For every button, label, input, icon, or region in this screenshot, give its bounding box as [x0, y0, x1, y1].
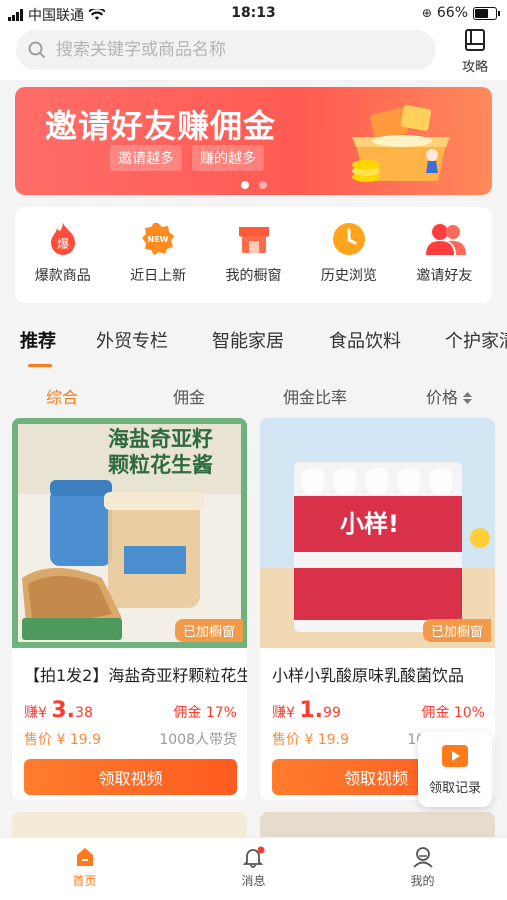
earn-amount: 赚¥ 1.99: [272, 698, 341, 723]
sort-bar: 综合 佣金 佣金比率 价格: [0, 378, 507, 414]
bottom-nav: 首页 消息 我的: [0, 837, 507, 900]
battery-icon: [473, 6, 500, 20]
sort-commission[interactable]: 佣金: [173, 384, 205, 408]
home-icon: [76, 848, 93, 866]
promo-banner[interactable]: 邀请好友赚佣金 邀请越多 赚的越多: [15, 87, 492, 195]
search-input[interactable]: [54, 39, 418, 61]
profile-icon: [412, 847, 433, 868]
tab-foreign-trade[interactable]: 外贸专栏: [96, 327, 168, 353]
video-play-icon: [442, 745, 468, 767]
sort-arrows-icon: [463, 392, 473, 404]
nav-label: 首页: [72, 874, 97, 888]
sort-commission-rate[interactable]: 佣金比率: [283, 384, 347, 408]
commission-rate: 佣金 17%: [173, 705, 237, 721]
tab-food-drinks[interactable]: 食品饮料: [329, 327, 401, 353]
shortcut-label: 历史浏览: [320, 268, 377, 284]
claim-video-button[interactable]: 领取视频: [24, 759, 237, 795]
banner-pagination: [15, 181, 492, 189]
showcase-added-tag: 已加橱窗: [422, 619, 491, 642]
search-box[interactable]: [16, 30, 436, 70]
shortcut-label: 邀请好友: [416, 268, 473, 284]
image-overlay-text: 海盐奇亚籽 颗粒花生酱: [108, 427, 213, 477]
sale-price: 售价 ¥ 19.9: [24, 732, 101, 748]
friends-icon: [426, 221, 467, 257]
shortcut-my-showcase[interactable]: 我的橱窗: [206, 207, 301, 303]
sale-price: 售价 ¥ 19.9: [272, 732, 349, 748]
promoter-count: 1008人带货: [159, 732, 237, 748]
battery-percent: 66%: [436, 5, 468, 21]
nav-label: 消息: [241, 874, 266, 888]
nav-profile[interactable]: 我的: [338, 838, 507, 900]
shortcut-invite-friends[interactable]: 邀请好友: [397, 207, 492, 303]
storefront-icon: [236, 221, 272, 257]
image-overlay-text: 小样!: [340, 510, 399, 538]
gift-box-illustration: [352, 105, 450, 182]
guide-label: 攻略: [461, 60, 488, 75]
earn-amount: 赚¥ 3.38: [24, 698, 93, 723]
status-bar: 中国联通 18:13 ⊕ 66%: [0, 0, 507, 28]
search-row: 攻略: [0, 28, 507, 80]
product-title: 【拍1发2】海盐奇亚籽颗粒花生酱: [24, 666, 247, 685]
claim-record-button[interactable]: 领取记录: [418, 731, 492, 807]
guide-button[interactable]: 攻略: [455, 28, 495, 75]
clock-icon: [331, 221, 367, 257]
search-icon: [28, 41, 46, 59]
banner-subtitle-1: 邀请越多: [110, 145, 182, 171]
nav-label: 我的: [410, 874, 435, 888]
sort-overall[interactable]: 综合: [46, 384, 78, 408]
showcase-added-tag: 已加橱窗: [174, 619, 243, 642]
product-image[interactable]: 小样! 已加橱窗: [260, 418, 495, 648]
hot-flame-icon: 爆: [45, 221, 81, 257]
shortcut-history[interactable]: 历史浏览: [301, 207, 396, 303]
banner-dot-active[interactable]: [240, 181, 249, 189]
shortcut-label: 近日上新: [130, 268, 187, 284]
shortcut-label: 我的橱窗: [225, 268, 282, 284]
product-card[interactable]: 海盐奇亚籽 颗粒花生酱 已加橱窗 【拍1发2】海盐奇亚籽颗粒花生酱 赚¥ 3.3…: [12, 418, 247, 800]
shortcut-grid: 爆 爆款商品 NEW 近日上新 我的橱窗 历史浏览 邀请好友: [15, 207, 492, 303]
book-icon: [465, 29, 485, 51]
sort-price-label: 价格: [426, 388, 459, 407]
claim-record-label: 领取记录: [428, 781, 481, 796]
nav-home[interactable]: 首页: [0, 838, 169, 900]
tab-active-indicator: [28, 364, 52, 367]
category-tabs: 推荐 外贸专栏 智能家居 食品饮料 个护家清: [0, 318, 507, 362]
banner-subtitle-2: 赚的越多: [192, 145, 264, 171]
new-badge-icon: NEW: [140, 221, 176, 257]
commission-rate: 佣金 10%: [421, 705, 485, 721]
sort-price[interactable]: 价格: [426, 384, 473, 408]
bell-icon: [242, 846, 264, 868]
shortcut-new-arrivals[interactable]: NEW 近日上新: [110, 207, 205, 303]
nav-messages[interactable]: 消息: [169, 838, 338, 900]
new-badge-text: NEW: [148, 235, 169, 244]
product-image[interactable]: 海盐奇亚籽 颗粒花生酱 已加橱窗: [12, 418, 247, 648]
shortcut-label: 爆款商品: [34, 268, 91, 284]
banner-title: 邀请好友赚佣金: [45, 107, 277, 145]
tab-smart-home[interactable]: 智能家居: [212, 327, 284, 353]
banner-dot[interactable]: [258, 181, 267, 189]
shortcut-hot-products[interactable]: 爆 爆款商品: [15, 207, 110, 303]
tab-personal-care[interactable]: 个护家清: [445, 327, 507, 353]
hot-badge-text: 爆: [57, 237, 69, 251]
rotation-lock-icon: ⊕: [421, 6, 432, 20]
tab-recommended[interactable]: 推荐: [20, 327, 56, 353]
product-title: 小样小乳酸原味乳酸菌饮品: [272, 666, 465, 685]
